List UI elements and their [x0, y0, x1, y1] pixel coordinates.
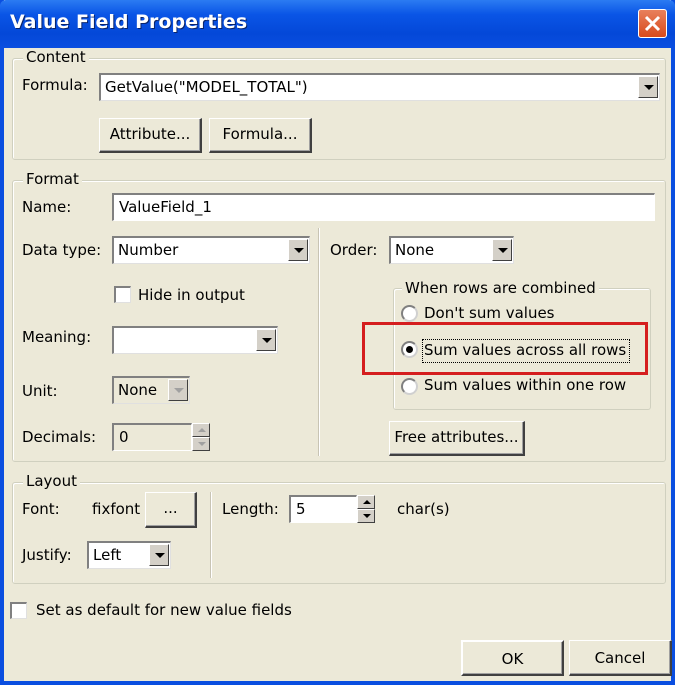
format-legend: Format [23, 170, 82, 188]
order-combo[interactable]: None [389, 236, 514, 264]
decimals-spinner[interactable] [192, 423, 210, 451]
spin-down-icon[interactable] [357, 509, 375, 523]
length-unit-label: char(s) [397, 500, 450, 518]
layout-divider [210, 492, 212, 578]
justify-label: Justify: [22, 546, 72, 564]
chevron-down-icon[interactable] [149, 544, 169, 566]
chevron-down-icon[interactable] [638, 76, 658, 98]
combine-legend: When rows are combined [402, 279, 599, 297]
spin-up-icon[interactable] [357, 495, 375, 509]
attribute-button[interactable]: Attribute... [99, 118, 202, 153]
justify-value: Left [93, 546, 122, 564]
decimals-label: Decimals: [22, 428, 97, 446]
cancel-button[interactable]: Cancel [569, 640, 672, 676]
chevron-down-icon[interactable] [168, 379, 188, 401]
unit-value: None [118, 381, 158, 399]
unit-label: Unit: [22, 382, 58, 400]
free-attributes-button[interactable]: Free attributes... [389, 421, 525, 456]
set-default-checkbox[interactable] [10, 602, 27, 619]
formula-combo[interactable]: GetValue("MODEL_TOTAL") [99, 73, 660, 101]
dialog-window: Value Field Properties Content Formula: … [0, 0, 675, 685]
close-button[interactable] [638, 9, 667, 38]
ok-button[interactable]: OK [461, 640, 564, 676]
window-title: Value Field Properties [10, 11, 248, 33]
meaning-combo[interactable] [112, 326, 278, 354]
chevron-down-icon[interactable] [492, 239, 512, 261]
red-highlight-box [362, 322, 648, 375]
formula-button[interactable]: Formula... [209, 118, 312, 153]
datatype-value: Number [118, 241, 179, 259]
layout-legend: Layout [23, 472, 80, 490]
radio-dont-sum[interactable] [401, 305, 418, 322]
chevron-down-icon[interactable] [288, 239, 308, 261]
font-label: Font: [22, 500, 60, 518]
spin-down-icon[interactable] [192, 437, 210, 451]
formula-value: GetValue("MODEL_TOTAL") [105, 78, 308, 96]
order-value: None [395, 241, 435, 259]
radio-sum-one-row[interactable] [401, 378, 418, 395]
content-legend: Content [23, 48, 89, 66]
datatype-label: Data type: [22, 241, 102, 259]
order-label: Order: [330, 241, 378, 259]
formula-label: Formula: [22, 76, 88, 94]
length-input[interactable]: 5 [289, 495, 357, 523]
format-divider [318, 228, 320, 456]
close-icon [644, 15, 661, 32]
title-bar[interactable]: Value Field Properties [0, 0, 675, 48]
decimals-input[interactable]: 0 [112, 423, 192, 451]
font-picker-button[interactable]: ... [145, 492, 197, 528]
hide-in-output-label: Hide in output [138, 286, 245, 304]
length-spinner[interactable] [357, 495, 375, 523]
name-label: Name: [22, 198, 72, 216]
justify-combo[interactable]: Left [87, 541, 171, 569]
font-value: fixfont [92, 500, 141, 518]
unit-combo[interactable]: None [112, 376, 190, 404]
radio-dont-sum-label: Don't sum values [424, 304, 555, 322]
meaning-label: Meaning: [22, 328, 92, 346]
radio-sum-one-row-label: Sum values within one row [424, 376, 627, 394]
hide-in-output-checkbox[interactable] [114, 286, 131, 303]
name-input[interactable]: ValueField_1 [112, 193, 655, 221]
chevron-down-icon[interactable] [256, 329, 276, 351]
length-label: Length: [222, 500, 279, 518]
datatype-combo[interactable]: Number [112, 236, 310, 264]
spin-up-icon[interactable] [192, 423, 210, 437]
set-default-label: Set as default for new value fields [36, 601, 292, 619]
